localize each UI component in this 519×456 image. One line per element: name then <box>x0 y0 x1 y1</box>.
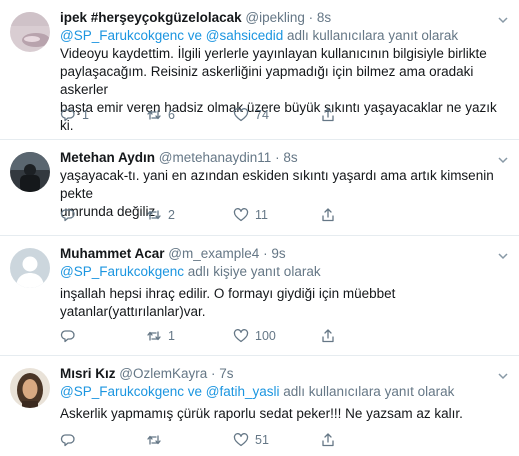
tweet-text: inşallah hepsi ihraç edilir. O formayı g… <box>60 285 509 321</box>
retweet-count: 1 <box>168 329 175 343</box>
display-name[interactable]: Mısri Kız <box>60 366 116 381</box>
share-button[interactable] <box>320 206 336 224</box>
retweet-icon <box>147 210 161 220</box>
retweet-count: 6 <box>168 108 175 122</box>
display-name[interactable]: Metehan Aydın <box>60 150 155 165</box>
retweet-icon <box>147 331 161 341</box>
avatar[interactable] <box>10 368 50 408</box>
tweet-header: Metehan Aydın @metehanaydin11 · 8s <box>60 149 509 167</box>
share-button[interactable] <box>320 106 336 124</box>
reply-icon <box>60 330 75 343</box>
share-icon <box>322 329 334 343</box>
user-handle[interactable]: @m_example4 <box>168 246 259 261</box>
share-button[interactable] <box>320 431 336 449</box>
tweet-text-line: yatanlar(yattırılanlar)var. <box>60 304 206 319</box>
reply-icon <box>60 209 75 222</box>
reply-button[interactable]: 1 <box>60 106 89 124</box>
tweet-text-line: yaşayacak-tı. yani en azından eskiden sı… <box>60 168 494 201</box>
separator-dot: · <box>263 246 268 261</box>
separator-dot: · <box>211 366 216 381</box>
like-button[interactable]: 51 <box>233 431 269 449</box>
reply-mentions[interactable]: @SP_Farukcokgenc <box>60 264 184 279</box>
retweet-button[interactable] <box>146 431 168 449</box>
retweet-icon <box>147 110 161 120</box>
separator-dot: · <box>308 10 314 25</box>
avatar[interactable] <box>10 152 50 192</box>
like-count: 51 <box>255 433 269 447</box>
chevron-down-icon[interactable] <box>497 250 511 264</box>
reply-context: @SP_Farukcokgenc ve @fatih_yasli adlı ku… <box>60 383 509 401</box>
tweet-text-line: umrunda değiliz <box>60 204 156 219</box>
separator-dot: · <box>275 150 280 165</box>
reply-mentions[interactable]: @SP_Farukcokgenc ve @sahsicedid <box>60 28 283 43</box>
tweet-header: ipek #herşeyçokgüzelolacak @ipekling · 8… <box>60 9 509 27</box>
reply-button[interactable] <box>60 431 82 449</box>
reply-icon <box>60 109 75 122</box>
retweet-button[interactable]: 6 <box>146 106 175 124</box>
reply-context: @SP_Farukcokgenc adlı kişiye yanıt olara… <box>60 263 509 281</box>
like-button[interactable]: 100 <box>233 327 276 345</box>
heart-icon <box>233 433 249 447</box>
tweet-text: Videoyu kaydettim. İlgili yerlerle yayın… <box>60 45 509 135</box>
user-handle[interactable]: @metehanaydin11 <box>159 150 272 165</box>
heart-icon <box>233 329 249 343</box>
reply-button[interactable] <box>60 327 82 345</box>
like-button[interactable]: 11 <box>233 206 268 224</box>
reply-count: 1 <box>82 108 89 122</box>
heart-icon <box>233 208 249 222</box>
retweet-button[interactable]: 1 <box>146 327 175 345</box>
tweet-text-line: inşallah hepsi ihraç edilir. O formayı g… <box>60 286 396 301</box>
like-count: 100 <box>255 329 276 343</box>
reply-suffix: adlı kullanıcılara yanıt olarak <box>283 28 459 43</box>
tweet-feed: ipek #herşeyçokgüzelolacak @ipekling · 8… <box>0 0 519 456</box>
tweet-header: Muhammet Acar @m_example4 · 9s <box>60 245 509 263</box>
tweet-text-line: Askerlik yapmamış çürük raporlu sedat pe… <box>60 406 463 421</box>
tweet[interactable]: ipek #herşeyçokgüzelolacak @ipekling · 8… <box>0 0 519 140</box>
like-button[interactable]: 74 <box>233 106 269 124</box>
chevron-down-icon[interactable] <box>497 154 511 168</box>
retweet-icon <box>147 435 161 445</box>
tweet-header: Mısri Kız @OzlemKayra · 7s <box>60 365 509 383</box>
heart-icon <box>233 108 249 122</box>
timestamp[interactable]: 9s <box>271 246 285 261</box>
like-count: 11 <box>255 208 268 222</box>
timestamp[interactable]: 8s <box>283 150 297 165</box>
display-name[interactable]: ipek #herşeyçokgüzelolacak <box>60 10 242 25</box>
reply-suffix: adlı kullanıcılara yanıt olarak <box>279 384 455 399</box>
user-handle[interactable]: @OzlemKayra <box>119 366 207 381</box>
reply-button[interactable] <box>60 206 82 224</box>
tweet-text-line: başta emir veren hadsiz olmak üzere büyü… <box>60 100 497 133</box>
tweet[interactable]: Metehan Aydın @metehanaydin11 · 8s yaşay… <box>0 140 519 236</box>
share-icon <box>322 433 334 447</box>
chevron-down-icon[interactable] <box>497 370 511 384</box>
tweet[interactable]: Muhammet Acar @m_example4 · 9s @SP_Faruk… <box>0 236 519 356</box>
retweet-button[interactable]: 2 <box>146 206 175 224</box>
reply-icon <box>60 434 75 447</box>
avatar[interactable] <box>10 12 50 52</box>
tweet[interactable]: Mısri Kız @OzlemKayra · 7s @SP_Farukcokg… <box>0 356 519 456</box>
tweet-text-line: paylaşacağım. Reisiniz askerliğini yapma… <box>60 64 474 97</box>
reply-mentions[interactable]: @SP_Farukcokgenc ve @fatih_yasli <box>60 384 280 399</box>
reply-suffix: adlı kişiye yanıt olarak <box>184 264 321 279</box>
timestamp[interactable]: 8s <box>317 10 331 25</box>
tweet-text: Askerlik yapmamış çürük raporlu sedat pe… <box>60 405 509 423</box>
chevron-down-icon[interactable] <box>497 14 511 28</box>
tweet-text-line: Videoyu kaydettim. İlgili yerlerle yayın… <box>60 46 487 61</box>
share-icon <box>322 108 334 122</box>
user-handle[interactable]: @ipekling <box>245 10 304 25</box>
share-button[interactable] <box>320 327 336 345</box>
tweet-text: yaşayacak-tı. yani en azından eskiden sı… <box>60 167 509 221</box>
retweet-count: 2 <box>168 208 175 222</box>
share-icon <box>322 208 334 222</box>
avatar[interactable] <box>10 248 50 288</box>
display-name[interactable]: Muhammet Acar <box>60 246 165 261</box>
timestamp[interactable]: 7s <box>219 366 233 381</box>
like-count: 74 <box>255 108 269 122</box>
reply-context: @SP_Farukcokgenc ve @sahsicedid adlı kul… <box>60 27 509 45</box>
